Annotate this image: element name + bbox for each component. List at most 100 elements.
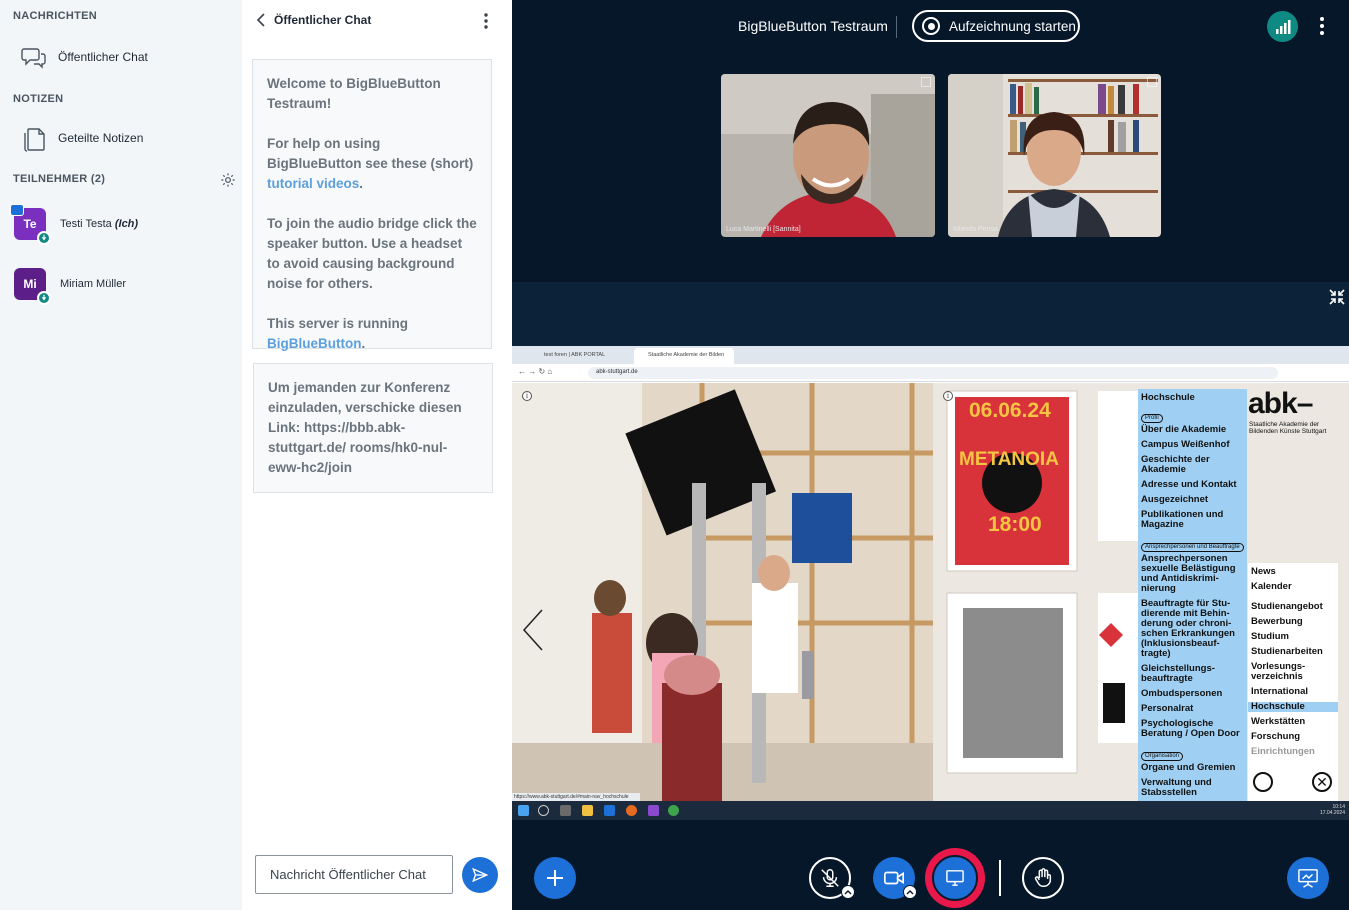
firefox-icon [626,805,637,816]
video-user-name: Iolanda Pensa [953,226,998,233]
minimize-presentation-icon[interactable] [1328,288,1348,306]
menu-item[interactable]: News [1251,567,1335,577]
fullscreen-icon[interactable] [921,77,931,87]
menu-item[interactable]: Publikationen und Magazine [1141,510,1244,530]
action-bar-divider [999,860,1001,896]
avatar: Te [10,204,51,245]
menu-item[interactable]: Vorlesungs-verzeichnis [1251,662,1335,682]
video-tile-iolanda[interactable]: Iolanda Pensa [948,74,1161,237]
website-close-icon[interactable]: ✕ [1312,772,1332,792]
menu-item[interactable]: Studienarbeiten [1251,647,1335,657]
welcome-line: Welcome to BigBlueButton Testraum! [267,76,441,111]
menu-item[interactable]: Psychologische Beratung / Open Door [1141,719,1244,739]
menu-item[interactable]: Kalender [1251,582,1335,592]
menu-item[interactable]: Forschung [1251,732,1335,742]
send-message-button[interactable] [462,857,498,893]
taskbar-search-icon [538,805,549,816]
raise-hand-button[interactable] [1022,857,1064,899]
menu-item[interactable]: Studium [1251,632,1335,642]
menu-item[interactable]: Werkstätten [1251,717,1335,727]
chat-header: Öffentlicher Chat [242,0,512,40]
menu-item[interactable]: Einrichtungen [1251,747,1335,757]
server-line: This server is running BigBlueButton. [267,314,477,354]
participants-settings-gear-icon[interactable] [220,172,236,188]
browser-tab-bar: test foren | ABK PORTAL Staatliche Akade… [512,346,1349,364]
menu-item[interactable]: Ansprechpersonen sexuelle Belästigung un… [1141,554,1244,594]
chat-title[interactable]: Öffentlicher Chat [274,13,371,27]
menu-item[interactable]: Ausgezeichnet [1141,495,1244,505]
user-row-testi-testa[interactable]: Te Testi Testa (Ich) [10,202,234,246]
listen-only-headphone-icon [37,231,51,245]
plus-icon [547,870,563,886]
start-recording-button[interactable]: Aufzeichnung starten [912,10,1080,42]
menu-item-active[interactable]: Hochschule [1248,702,1338,712]
abk-logo-subtitle: Staatliche Akademie der Bildenden Künste… [1249,421,1327,435]
outlook-icon [604,805,615,816]
help-line: For help on using BigBlueButton see thes… [267,134,477,194]
notes-section-title: NOTIZEN [13,93,64,105]
microphone-muted-icon [821,869,839,887]
tutorial-videos-link[interactable]: tutorial videos [267,176,359,191]
toggle-presentation-button[interactable] [1287,857,1329,899]
menu-item[interactable]: International [1251,687,1335,697]
title-divider [896,16,897,38]
sidebar-item-shared-notes[interactable]: Geteilte Notizen [10,118,232,158]
sidebar-item-public-chat[interactable]: Öffentlicher Chat [10,37,232,77]
carousel-prev-chevron-icon[interactable] [520,608,546,652]
website-nav-menu-left: Hochschule Profil Über die Akademie Camp… [1138,389,1247,801]
browser-url: abk-stuttgart.de [588,367,1278,379]
menu-item[interactable]: Verwaltung und Stabsstellen [1141,778,1244,798]
video-tile-luca[interactable]: Luca Martinelli [Sannita] [721,74,935,237]
menu-item[interactable]: Gleichstellungs-beauftragte [1141,664,1244,684]
desktop-share-icon [946,870,964,886]
chat-options-more-icon[interactable] [476,10,496,32]
public-chat-panel: Öffentlicher Chat Welcome to BigBlueButt… [242,0,512,910]
invite-text: Um jemanden zur Konferenz einzuladen, ve… [268,380,462,475]
menu-tag: Ansprechpersonen und Beauftragte [1141,543,1244,552]
help-text: For help on using BigBlueButton see thes… [267,136,474,171]
os-clock-date: 17.04.2024 [1319,810,1345,816]
bigbluebutton-link[interactable]: BigBlueButton [267,336,361,351]
signal-bars-icon [1275,19,1290,34]
avatar: Mi [14,268,51,305]
app-icon [648,805,659,816]
browser-status-link: https://www.abk-stuttgart.de/#main-nav_h… [512,793,640,801]
fullscreen-icon[interactable] [1147,77,1157,87]
menu-item[interactable]: Adresse und Kontakt [1141,480,1244,490]
menu-item[interactable]: Organe und Gremien [1141,763,1244,773]
menu-item[interactable]: Studienangebot [1251,602,1335,612]
record-icon [922,17,940,35]
info-icon: i [943,391,953,401]
screenshare-presentation[interactable]: test foren | ABK PORTAL Staatliche Akade… [512,346,1349,820]
menu-item[interactable]: Ombudspersonen [1141,689,1244,699]
website-search-icon[interactable] [1253,772,1273,792]
public-chat-label: Öffentlicher Chat [58,50,148,64]
menu-item[interactable]: Geschichte der Akademie [1141,455,1244,475]
video-camera-icon [884,871,904,885]
browser-nav-arrows-icon: ← → ↻ ⌂ [518,367,553,376]
actions-plus-button[interactable] [534,857,576,899]
chevron-left-icon[interactable] [254,11,270,29]
menu-item[interactable]: Über die Akademie [1141,425,1244,435]
user-row-miriam-mueller[interactable]: Mi Miriam Müller [14,262,234,306]
stop-screenshare-button[interactable] [932,855,978,901]
os-clock: 10:14 17.04.2024 [1320,804,1345,816]
file-explorer-icon [582,805,593,816]
menu-item[interactable]: Personalrat [1141,704,1244,714]
user-name: Testi Testa (Ich) [60,218,138,230]
menu-item[interactable]: Campus Weißenhof [1141,440,1244,450]
menu-tag: Organisation [1141,752,1184,761]
options-more-icon[interactable] [1312,14,1332,38]
chevron-up-icon[interactable] [903,885,917,899]
menu-section-title[interactable]: Hochschule [1141,392,1244,403]
user-self-suffix: (Ich) [114,218,139,230]
user-name-text: Testi Testa [60,218,112,230]
menu-item[interactable]: Bewerbung [1251,617,1335,627]
chat-message-input[interactable] [270,867,450,882]
connection-status-button[interactable] [1267,11,1298,42]
server-text-end: . [361,336,366,351]
chevron-up-icon[interactable] [841,885,855,899]
browser-tab-active: Staatliche Akademie der Bilden [634,348,734,364]
menu-item[interactable]: Beauftragte für Stu-dierende mit Behin-d… [1141,599,1244,659]
meeting-title: BigBlueButton Testraum [738,18,888,34]
